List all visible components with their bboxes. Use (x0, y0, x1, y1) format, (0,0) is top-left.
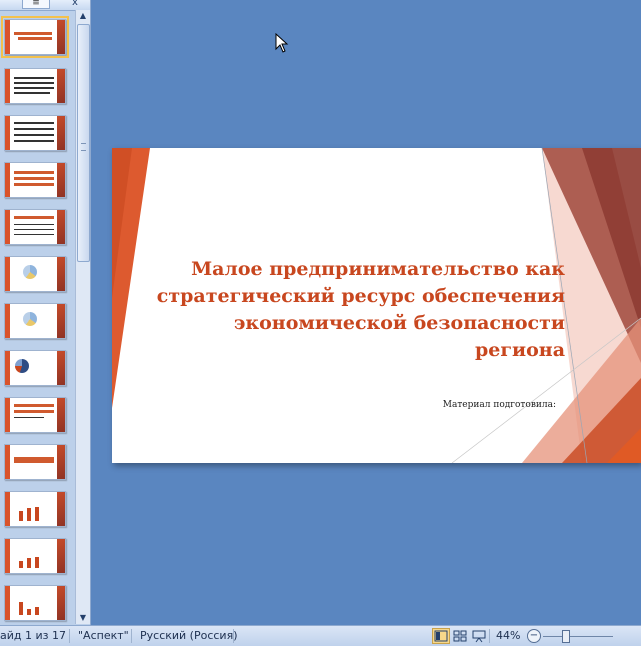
slide-title[interactable]: Малое предпринимательство как стратегиче… (145, 256, 565, 364)
slide-thumbnail-6[interactable] (4, 256, 66, 292)
slide-thumbnail-7[interactable] (4, 303, 66, 339)
status-bar: айд 1 из 17 "Аспект" Русский (Россия) 44… (0, 625, 641, 646)
scroll-up-icon[interactable]: ▲ (76, 10, 90, 22)
language-indicator[interactable]: Русский (Россия) (140, 629, 238, 642)
zoom-slider-handle[interactable] (562, 630, 570, 643)
slideshow-icon (472, 630, 486, 643)
zoom-level[interactable]: 44% (496, 629, 520, 642)
thumbnail-scrollbar[interactable]: ▲ ▼ (75, 10, 90, 624)
zoom-slider-track[interactable] (543, 636, 613, 637)
slideshow-button[interactable] (470, 628, 488, 644)
slides-pane: ≡ x ▲ ▼ (0, 0, 91, 625)
title-line: экономической безопасности (233, 312, 565, 334)
slide-subtitle[interactable]: Материал подготовила: (443, 400, 556, 410)
title-line: стратегический ресурс обеспечения (156, 285, 565, 307)
slide-thumbnails (0, 12, 74, 624)
normal-view-icon (434, 630, 448, 642)
theme-name[interactable]: "Аспект" (78, 629, 129, 642)
list-icon: ≡ (32, 0, 40, 8)
slide-canvas[interactable]: Малое предпринимательство как стратегиче… (112, 148, 641, 463)
title-line: региона (475, 339, 565, 361)
slide-thumbnail-12[interactable] (4, 538, 66, 574)
outline-tab[interactable]: ≡ (22, 0, 50, 9)
slide-sorter-icon (453, 630, 467, 642)
slide-thumbnail-11[interactable] (4, 491, 66, 527)
close-pane-button[interactable]: x (72, 0, 78, 9)
slide-thumbnail-10[interactable] (4, 444, 66, 480)
slide-thumbnail-13[interactable] (4, 585, 66, 621)
slide-thumbnail-5[interactable] (4, 209, 66, 245)
normal-view-button[interactable] (432, 628, 450, 644)
slide-sorter-button[interactable] (451, 628, 469, 644)
slide-thumbnail-4[interactable] (4, 162, 66, 198)
scrollbar-thumb[interactable] (77, 24, 90, 262)
mouse-pointer-icon (275, 33, 289, 53)
minus-icon: − (529, 630, 539, 641)
slide-thumbnail-1[interactable] (1, 16, 69, 58)
slide-thumbnail-2[interactable] (4, 68, 66, 104)
scroll-down-icon[interactable]: ▼ (76, 612, 90, 624)
zoom-out-button[interactable]: − (527, 629, 541, 643)
slide-thumbnail-3[interactable] (4, 115, 66, 151)
title-line: Малое предпринимательство как (191, 258, 565, 280)
slide-thumbnail-8[interactable] (4, 350, 66, 386)
slide-counter: айд 1 из 17 (0, 629, 66, 642)
slide-thumbnail-9[interactable] (4, 397, 66, 433)
